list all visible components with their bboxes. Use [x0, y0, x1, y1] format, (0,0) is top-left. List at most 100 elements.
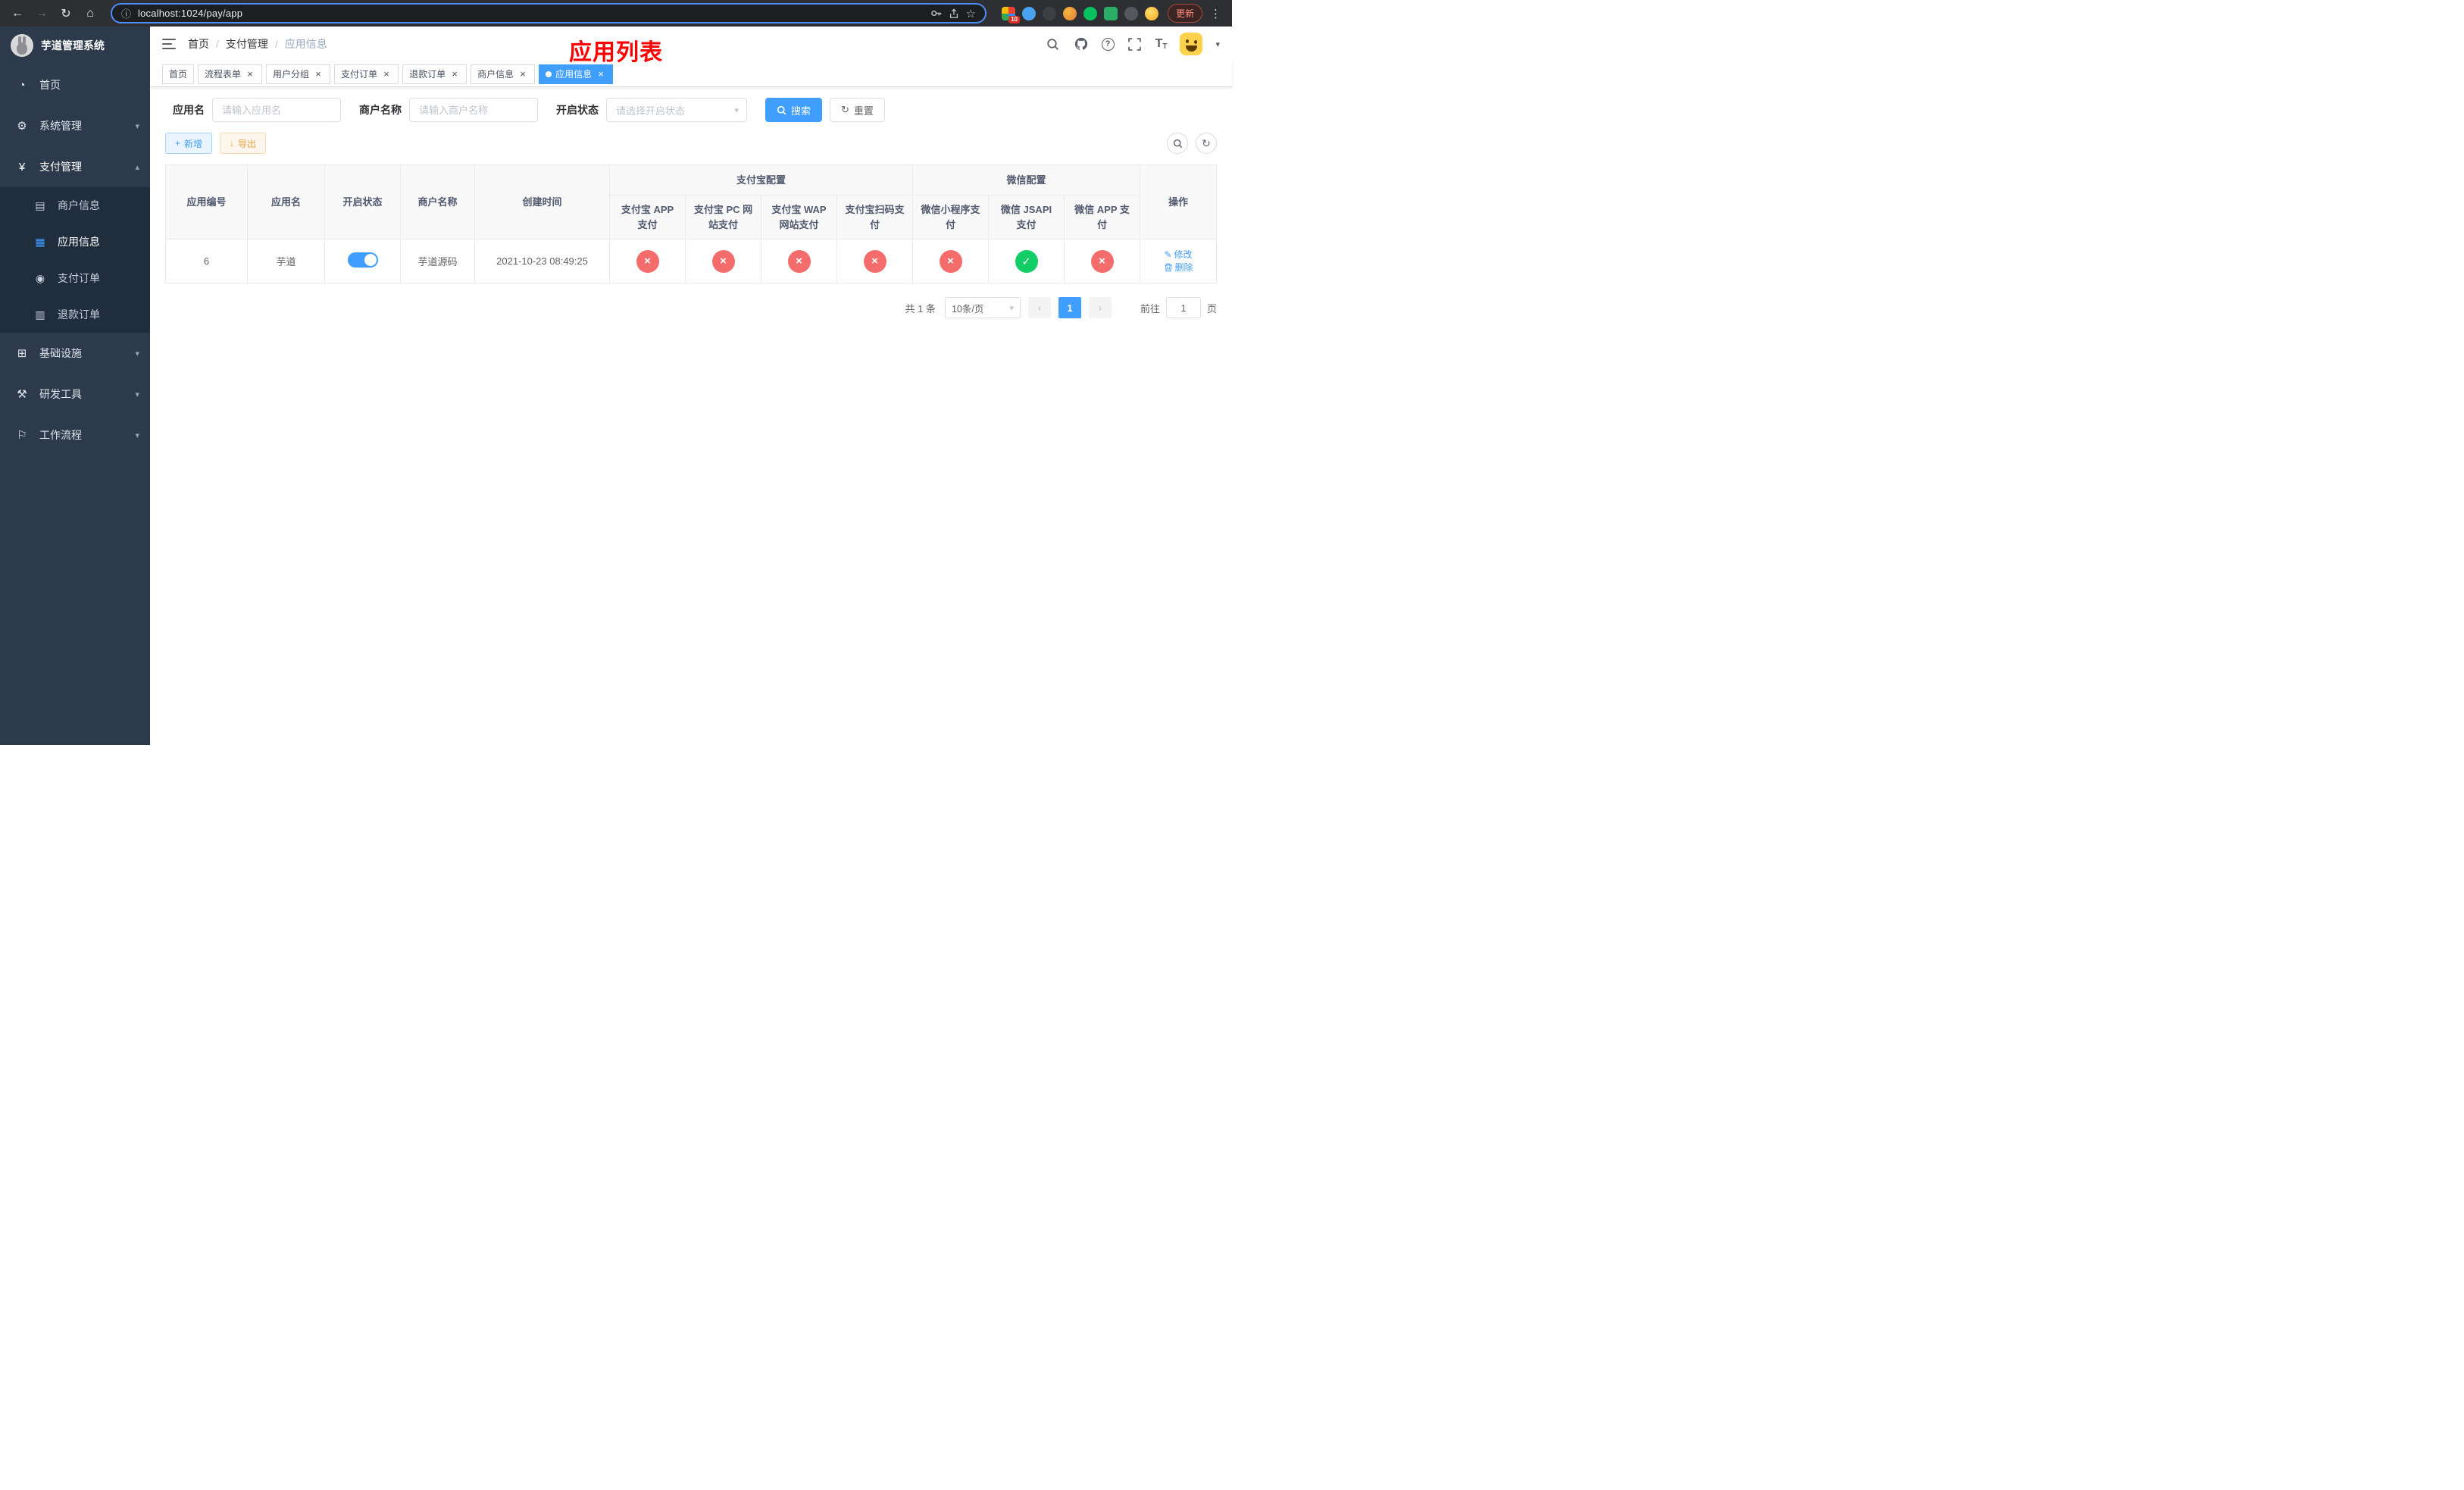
col-alipay-qr: 支付宝扫码支付: [836, 195, 914, 239]
workflow-icon: ⚐: [17, 429, 27, 442]
extension-chat-icon[interactable]: [1103, 6, 1118, 20]
chevron-up-icon: ▴: [135, 162, 139, 172]
reset-button[interactable]: ↻ 重置: [830, 98, 885, 122]
close-icon[interactable]: ×: [449, 69, 460, 80]
toggle-search-button[interactable]: [1167, 133, 1188, 154]
browser-update-button[interactable]: 更新: [1167, 4, 1202, 23]
pagination-total: 共 1 条: [905, 302, 936, 315]
wechat-jsapi-status-icon: ✓: [1015, 249, 1038, 273]
close-icon[interactable]: ×: [518, 69, 528, 80]
password-key-icon[interactable]: [930, 8, 942, 19]
infrastructure-icon: ⊞: [17, 347, 27, 360]
extension-wechat-devtools-icon[interactable]: [1083, 6, 1097, 20]
tag-home[interactable]: 首页: [162, 64, 195, 84]
app-name-input[interactable]: [212, 98, 341, 122]
hamburger-icon[interactable]: [162, 39, 176, 49]
browser-back-button[interactable]: ←: [8, 4, 27, 23]
page-number-1[interactable]: 1: [1058, 297, 1081, 318]
prev-page-button[interactable]: ‹: [1027, 297, 1051, 318]
chevron-down-icon: ▾: [734, 105, 739, 115]
toolbar-right: ↻: [1167, 133, 1217, 154]
close-icon[interactable]: ×: [596, 69, 606, 80]
tag-merchant-info[interactable]: 商户信息 ×: [471, 64, 536, 84]
extension-pin-icon[interactable]: [1124, 6, 1138, 20]
url-text[interactable]: localhost:1024/pay/app: [138, 8, 924, 19]
pagination: 共 1 条 10条/页 ▾ ‹ 1 › 前往 页: [165, 297, 1217, 318]
close-icon[interactable]: ×: [313, 69, 324, 80]
help-icon[interactable]: ?: [1101, 37, 1115, 51]
cell-created: 2021-10-23 08:49:25: [474, 239, 610, 283]
extension-drop-icon[interactable]: [1021, 6, 1036, 20]
sidebar-item-infrastructure[interactable]: ⊞ 基础设施 ▾: [0, 333, 150, 374]
sidebar-item-refund-orders[interactable]: ▥ 退款订单: [0, 296, 150, 333]
browser-menu-icon[interactable]: ⋮: [1207, 7, 1224, 20]
sidebar-item-system[interactable]: ⚙ 系统管理 ▾: [0, 105, 150, 146]
chevron-down-icon: ▾: [135, 121, 139, 131]
top-navbar: 首页 / 支付管理 / 应用信息 ? TT ▾: [150, 27, 1232, 61]
tag-pay-orders[interactable]: 支付订单 ×: [334, 64, 399, 84]
merchant-name-input[interactable]: [409, 98, 538, 122]
user-avatar[interactable]: [1180, 33, 1203, 55]
next-page-button[interactable]: ›: [1088, 297, 1112, 318]
sidebar-item-home[interactable]: ◔ 首页: [0, 64, 150, 105]
font-size-icon[interactable]: TT: [1155, 37, 1168, 51]
bookmark-star-icon[interactable]: ☆: [966, 7, 976, 20]
sidebar-item-workflow[interactable]: ⚐ 工作流程 ▾: [0, 415, 150, 455]
sidebar-logo[interactable]: 芋道管理系统: [0, 27, 150, 64]
sidebar-item-merchant-info[interactable]: ▤ 商户信息: [0, 187, 150, 224]
close-icon[interactable]: ×: [381, 69, 392, 80]
browser-home-button[interactable]: ⌂: [80, 4, 100, 23]
browser-forward-button[interactable]: →: [32, 4, 52, 23]
goto-page-input[interactable]: [1165, 297, 1201, 318]
extension-cluster: 10: [997, 6, 1163, 23]
sidebar-item-dev-tools[interactable]: ⚒ 研发工具 ▾: [0, 374, 150, 415]
refresh-table-button[interactable]: ↻: [1196, 133, 1217, 154]
plus-icon: +: [175, 138, 181, 149]
export-button[interactable]: ↓ 导出: [220, 133, 267, 154]
status-toggle[interactable]: [347, 252, 378, 268]
breadcrumb-home[interactable]: 首页: [188, 36, 209, 52]
breadcrumb-separator: /: [274, 38, 278, 50]
delete-link[interactable]: 删除: [1164, 261, 1193, 274]
fullscreen-icon[interactable]: [1127, 36, 1143, 52]
sidebar-item-label: 研发工具: [39, 388, 82, 400]
search-button[interactable]: 搜索: [765, 98, 823, 122]
site-info-icon[interactable]: ⓘ: [121, 6, 131, 20]
sidebar-item-label: 商户信息: [58, 199, 100, 211]
cell-merchant: 芋道源码: [400, 239, 475, 283]
cell-app-id: 6: [165, 239, 248, 283]
col-alipay-app: 支付宝 APP 支付: [609, 195, 686, 239]
sidebar-item-payment[interactable]: ¥ 支付管理 ▴: [0, 146, 150, 187]
tag-app-info[interactable]: 应用信息 ×: [539, 64, 614, 84]
tag-refund-orders[interactable]: 退款订单 ×: [402, 64, 467, 84]
order-icon: ◉: [35, 271, 45, 284]
browser-reload-button[interactable]: ↻: [56, 4, 76, 23]
tag-flow-form[interactable]: 流程表单 ×: [198, 64, 263, 84]
col-merchant: 商户名称: [400, 164, 475, 239]
extension-dark-icon[interactable]: [1042, 6, 1056, 20]
breadcrumb-payment[interactable]: 支付管理: [226, 36, 268, 52]
chevron-down-icon: ▾: [135, 349, 139, 358]
search-icon[interactable]: [1046, 36, 1061, 52]
page-size-select[interactable]: 10条/页 ▾: [944, 297, 1021, 318]
avatar-caret-icon[interactable]: ▾: [1215, 39, 1220, 49]
app-name-label: 应用名: [173, 104, 205, 116]
tag-user-group[interactable]: 用户分组 ×: [266, 64, 331, 84]
extension-avatar-icon[interactable]: [1062, 6, 1077, 20]
url-bar[interactable]: ⓘ localhost:1024/pay/app ☆: [111, 3, 987, 23]
github-icon[interactable]: [1074, 36, 1089, 52]
close-icon[interactable]: ×: [245, 69, 255, 80]
download-icon: ↓: [230, 138, 235, 149]
edit-link[interactable]: ✎ 修改: [1164, 248, 1192, 261]
status-select[interactable]: 请选择开启状态 ▾: [606, 98, 747, 122]
extension-emoji-icon[interactable]: [1144, 6, 1159, 20]
col-wechat-app: 微信 APP 支付: [1064, 195, 1141, 239]
sidebar-item-pay-orders[interactable]: ◉ 支付订单: [0, 260, 150, 296]
sidebar-item-label: 应用信息: [58, 236, 100, 248]
add-button[interactable]: + 新增: [165, 133, 213, 154]
navbar-actions: ? TT ▾: [1046, 33, 1220, 55]
sidebar-item-app-info[interactable]: ▦ 应用信息: [0, 224, 150, 260]
share-icon[interactable]: [949, 8, 959, 19]
search-form: 应用名 商户名称 开启状态 请选择开启状态 ▾ 搜索 ↻ 重置: [165, 98, 1217, 122]
extension-grid-icon[interactable]: 10: [1001, 6, 1020, 23]
